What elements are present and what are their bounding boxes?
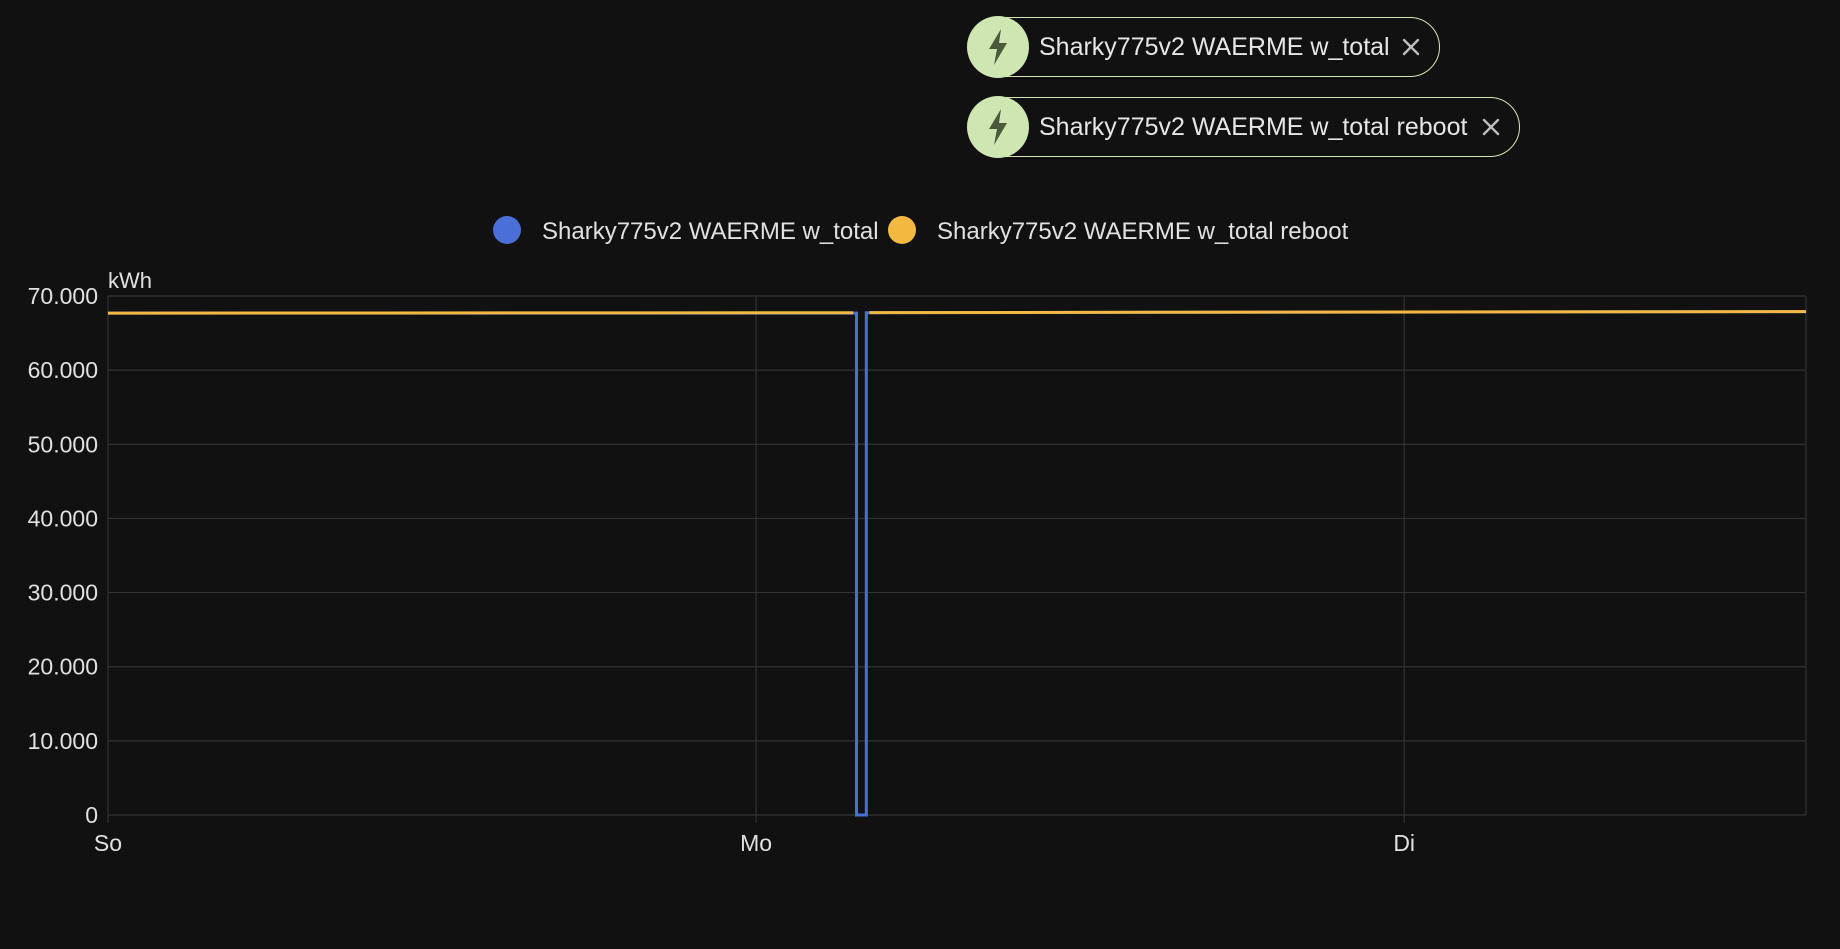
y-tick-label: 0 [85, 802, 98, 828]
y-tick-label: 30.000 [28, 580, 98, 606]
legend-item[interactable]: Sharky775v2 WAERME w_total [493, 216, 879, 245]
history-chart: Sharky775v2 WAERME w_total Sharky775v2 WA… [28, 216, 1807, 856]
legend-label: Sharky775v2 WAERME w_total [542, 218, 879, 245]
legend-marker [493, 216, 521, 244]
chart-series [107, 310, 1807, 817]
y-tick-label: 60.000 [28, 357, 98, 383]
y-tick-label: 10.000 [28, 728, 98, 754]
y-tick-label: 20.000 [28, 654, 98, 680]
legend-item[interactable]: Sharky775v2 WAERME w_total reboot [888, 216, 1349, 245]
chart-grid [107, 295, 1807, 823]
y-tick-label: 40.000 [28, 505, 98, 531]
legend-marker [888, 216, 916, 244]
chart-legend: Sharky775v2 WAERME w_total Sharky775v2 WA… [493, 216, 1349, 245]
x-tick-label: So [94, 830, 122, 856]
y-tick-label: 50.000 [28, 431, 98, 457]
x-tick-label: Mo [740, 830, 772, 856]
y-tick-label: 70.000 [28, 283, 98, 309]
x-tick-label: Di [1393, 830, 1415, 856]
y-axis-title: kWh [108, 268, 152, 293]
series-line [108, 310, 1807, 817]
series-line [869, 310, 1807, 315]
chart-axes: kWh 0 10.000 20.000 30.000 40.000 50.000 60.000… [28, 268, 1415, 856]
history-panel: Sharky775v2 WAERME w_total Sharky775v2 W… [0, 0, 1840, 949]
legend-label: Sharky775v2 WAERME w_total reboot [937, 218, 1349, 245]
